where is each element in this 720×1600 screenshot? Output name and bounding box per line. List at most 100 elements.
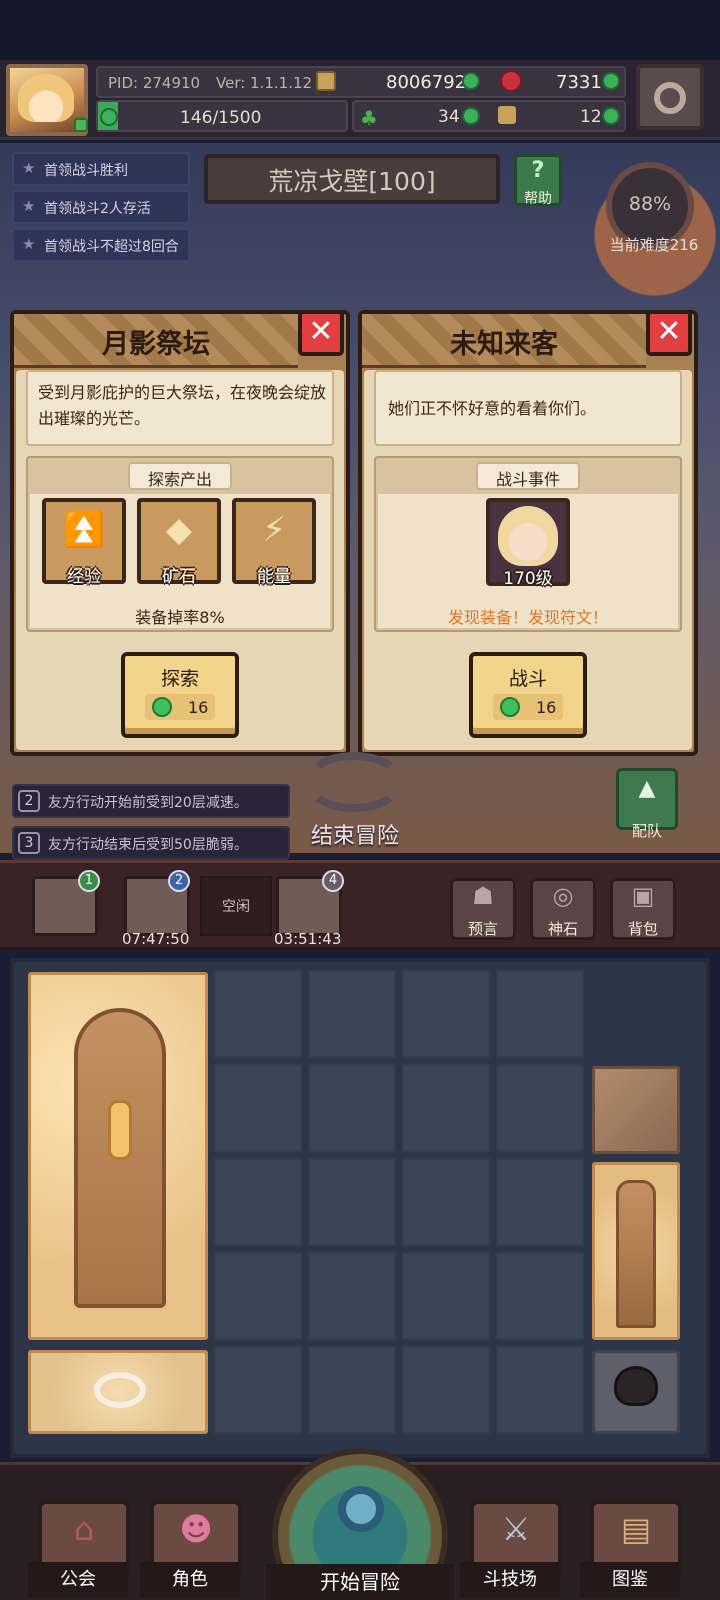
close-icon: ✕: [656, 314, 682, 349]
map-cell[interactable]: [402, 1346, 490, 1434]
help-label: 帮助: [524, 191, 552, 207]
effect-text: 友方行动开始前受到20层减速。: [48, 795, 248, 811]
slot-badge: 4: [322, 870, 344, 892]
effect-text: 友方行动结束后受到50层脆弱。: [48, 837, 248, 853]
map-cell[interactable]: [496, 1158, 584, 1246]
altar-gem: [108, 1100, 132, 1160]
slot-empty-label: 空闲: [222, 899, 250, 915]
map-cell[interactable]: [496, 1064, 584, 1152]
add-boot-icon[interactable]: [602, 107, 620, 125]
magnifier-icon: [338, 1486, 384, 1532]
reward-hint: 发现装备！发现符文！: [447, 608, 608, 627]
star-icon: ★: [22, 197, 36, 215]
god-stone-icon: ◎: [552, 882, 574, 910]
nav-guild-label[interactable]: 公会: [28, 1562, 128, 1598]
experience-icon: ⏫: [62, 510, 106, 550]
red-gem-icon: [500, 70, 522, 92]
prophecy-label: 预言: [467, 920, 498, 938]
crossed-swords-icon: ⚔: [501, 1510, 531, 1548]
quest-label: 首领战斗不超过8回合: [44, 239, 179, 255]
map-cell[interactable]: [308, 1064, 396, 1152]
drop-rate: 装备掉率8%: [135, 608, 225, 627]
backpack-label: 背包: [627, 920, 658, 938]
map-cell[interactable]: [402, 1252, 490, 1340]
enemy-portrait: [498, 506, 558, 566]
map-tile-rock[interactable]: [592, 1066, 680, 1154]
slot-badge: 1: [78, 870, 100, 892]
map-cell[interactable]: [402, 1064, 490, 1152]
product-label: 经验: [67, 567, 101, 587]
effect-number: 2: [18, 790, 40, 812]
difficulty-label: 当前难度216: [609, 236, 699, 254]
map-cell[interactable]: [308, 1346, 396, 1434]
gear-icon: [654, 82, 686, 114]
end-adventure-label[interactable]: 结束冒险: [280, 818, 430, 850]
product-label: 矿石: [162, 567, 196, 587]
guild-icon: ⌂: [73, 1510, 95, 1548]
energy-gem-icon: [500, 697, 520, 717]
backpack-icon: ▣: [631, 882, 655, 910]
nav-arena-label[interactable]: 斗技场: [460, 1562, 560, 1598]
energy-gem-icon: [152, 697, 172, 717]
slot-badge: 2: [168, 870, 190, 892]
bones-icon: [94, 1372, 146, 1408]
quest-label: 首领战斗胜利: [44, 163, 128, 179]
energy-value: 146/1500: [180, 108, 262, 128]
map-cell[interactable]: [214, 1252, 302, 1340]
star-icon: ★: [22, 235, 36, 253]
explore-label: 探索: [160, 668, 199, 690]
fight-label: 战斗: [508, 668, 547, 690]
map-cell[interactable]: [402, 970, 490, 1058]
map-cell[interactable]: [214, 1158, 302, 1246]
statue: [616, 1180, 656, 1328]
close-icon: ✕: [308, 314, 334, 349]
team-icon: ▲: [638, 776, 656, 801]
nav-codex-label[interactable]: 图鉴: [580, 1562, 680, 1598]
quest-label: 首领战斗2人存活: [44, 201, 151, 217]
add-clover-icon[interactable]: [462, 107, 480, 125]
map-cell[interactable]: [496, 970, 584, 1058]
map-cell[interactable]: [402, 1158, 490, 1246]
map-cell[interactable]: [214, 1346, 302, 1434]
gold-amount: 8006792: [386, 72, 467, 93]
start-adventure-label[interactable]: 开始冒险: [266, 1564, 454, 1600]
cauldron-icon: [614, 1366, 658, 1406]
map-cell[interactable]: [496, 1252, 584, 1340]
boot-icon: [498, 106, 516, 124]
character-icon: ☻: [179, 1510, 213, 1548]
end-adventure-icon[interactable]: [304, 752, 404, 812]
nav-character-label[interactable]: 角色: [140, 1562, 240, 1598]
red-gem-amount: 7331: [556, 72, 602, 93]
book-icon: ▤: [620, 1510, 652, 1548]
game-version: Ver: 1.1.1.12: [216, 74, 313, 92]
effect-number: 3: [18, 832, 40, 854]
god-stone-label: 神石: [547, 920, 578, 938]
area-name: 荒凉戈壁[100]: [268, 167, 436, 196]
map-cell[interactable]: [496, 1346, 584, 1434]
status-bar-area: [0, 0, 720, 60]
explore-cost: 16: [188, 698, 209, 717]
card-description: 她们正不怀好意的看着你们。: [388, 399, 597, 418]
map-cell[interactable]: [308, 1158, 396, 1246]
slot-timer: 07:47:50: [122, 930, 190, 948]
boot-amount: 12: [580, 107, 602, 127]
map-cell[interactable]: [308, 1252, 396, 1340]
question-icon: ?: [531, 158, 545, 183]
fight-cost: 16: [536, 698, 557, 717]
product-label: 能量: [257, 567, 291, 587]
avatar-portrait: [18, 74, 74, 122]
clover-icon: ♣: [360, 106, 378, 130]
map-cell[interactable]: [214, 1064, 302, 1152]
map-cell[interactable]: [308, 970, 396, 1058]
section-title: 战斗事件: [495, 470, 560, 489]
star-icon: ★: [22, 159, 36, 177]
add-red-gem-icon[interactable]: [602, 72, 620, 90]
player-id: PID: 274910: [108, 74, 201, 92]
card-description: 受到月影庇护的巨大祭坛，在夜晚会绽放出璀璨的光芒。: [38, 383, 327, 428]
map-cell[interactable]: [214, 970, 302, 1058]
slot-timer: 03:51:43: [274, 930, 342, 948]
card-title: 未知来客: [450, 329, 558, 360]
clover-amount: 34: [438, 107, 460, 127]
energy-bolt-icon: ⚡: [262, 510, 286, 550]
add-gold-icon[interactable]: [462, 72, 480, 90]
